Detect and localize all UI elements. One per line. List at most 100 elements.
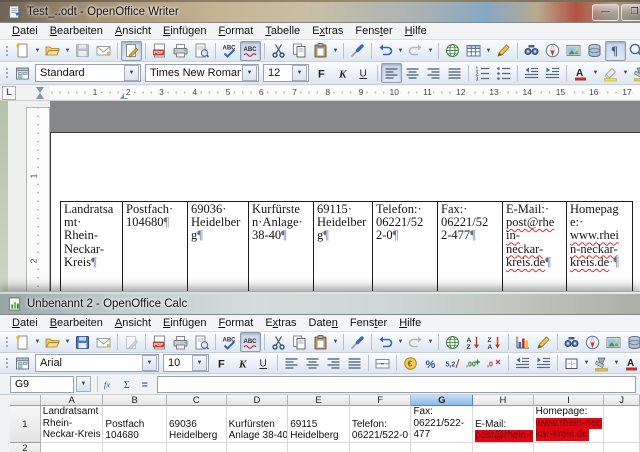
find-replace-icon[interactable] bbox=[561, 332, 582, 352]
tab-stop-selector[interactable]: L bbox=[2, 86, 16, 100]
currency-icon[interactable]: € bbox=[400, 353, 421, 373]
percent-icon[interactable]: % bbox=[421, 353, 442, 373]
page-preview-icon[interactable] bbox=[191, 41, 212, 61]
new-document-icon[interactable] bbox=[12, 332, 33, 352]
calc-font-name-combo[interactable]: Arial▼ bbox=[35, 354, 159, 372]
align-right-icon[interactable] bbox=[323, 353, 344, 373]
undo-dropdown[interactable]: ▼ bbox=[396, 42, 405, 60]
align-center-icon[interactable] bbox=[402, 63, 423, 83]
find-replace-icon[interactable] bbox=[521, 41, 542, 61]
calc-font-size-combo[interactable]: 10▼ bbox=[163, 354, 209, 372]
spellcheck-icon[interactable]: ABC bbox=[219, 41, 240, 61]
align-justify-icon[interactable] bbox=[444, 63, 465, 83]
font-color-dropdown[interactable]: ▼ bbox=[591, 64, 600, 82]
sum-icon[interactable]: Σ bbox=[119, 376, 137, 392]
decrease-indent-icon[interactable] bbox=[521, 63, 542, 83]
calc-font-name-combo-dropdown[interactable]: ▼ bbox=[142, 355, 157, 371]
copy-icon[interactable] bbox=[289, 332, 310, 352]
toolbar-grip[interactable] bbox=[4, 335, 9, 349]
save-icon[interactable] bbox=[72, 332, 93, 352]
column-header-B[interactable]: B bbox=[103, 395, 167, 406]
cell-J1[interactable] bbox=[604, 406, 640, 443]
writer-font-size-combo-dropdown[interactable]: ▼ bbox=[292, 65, 307, 81]
highlighting-dropdown[interactable]: ▼ bbox=[621, 64, 630, 82]
increase-indent-icon[interactable] bbox=[542, 63, 563, 83]
cell-D1[interactable]: KurfürstenAnlage 38-40 bbox=[227, 406, 289, 443]
page-preview-icon[interactable] bbox=[191, 332, 212, 352]
writer-menu-ansicht[interactable]: Ansicht bbox=[109, 25, 157, 37]
font-color-icon[interactable]: A bbox=[570, 63, 591, 83]
autospellcheck-icon[interactable]: ABC bbox=[240, 41, 261, 61]
redo-dropdown[interactable]: ▼ bbox=[426, 333, 435, 351]
calc-menu-bearbeiten[interactable]: Bearbeiten bbox=[44, 317, 109, 329]
zoom-icon[interactable] bbox=[626, 41, 640, 61]
row-header-1[interactable]: 1 bbox=[10, 406, 41, 443]
writer-table-cell[interactable]: Kurfürsten·Anlage·38-40¶ bbox=[249, 202, 314, 291]
writer-font-name-combo[interactable]: Times New Roman▼ bbox=[145, 64, 259, 82]
delete-decimal-icon[interactable]: ,0 bbox=[484, 353, 505, 373]
cut-icon[interactable] bbox=[268, 41, 289, 61]
cell-J2[interactable] bbox=[604, 443, 640, 452]
writer-paragraph-style-combo-dropdown[interactable]: ▼ bbox=[124, 65, 139, 81]
minimize-button[interactable]: — bbox=[592, 4, 619, 21]
char-background-icon[interactable] bbox=[630, 63, 640, 83]
print-icon[interactable] bbox=[170, 41, 191, 61]
writer-menu-bearbeiten[interactable]: Bearbeiten bbox=[44, 25, 109, 37]
numbered-list-icon[interactable]: 1.2.3. bbox=[472, 63, 493, 83]
number-format-standard-icon[interactable]: 5,2 bbox=[442, 353, 463, 373]
add-decimal-icon[interactable]: ,00 bbox=[463, 353, 484, 373]
cell-E2[interactable] bbox=[288, 443, 350, 452]
font-color-icon[interactable]: A bbox=[621, 353, 640, 373]
writer-menu-datei[interactable]: Datei bbox=[6, 25, 44, 37]
copy-icon[interactable] bbox=[289, 41, 310, 61]
writer-menu-hilfe[interactable]: Hilfe bbox=[399, 25, 433, 37]
format-paintbrush-icon[interactable] bbox=[347, 41, 368, 61]
undo-icon[interactable] bbox=[375, 41, 396, 61]
new-document-dropdown[interactable]: ▼ bbox=[33, 42, 42, 60]
toolbar-grip[interactable] bbox=[4, 66, 9, 80]
calc-menu-einfügen[interactable]: Einfügen bbox=[157, 317, 212, 329]
hyperlink-icon[interactable] bbox=[442, 41, 463, 61]
paste-icon[interactable] bbox=[310, 41, 331, 61]
writer-table-cell[interactable]: Landratsamt·Rhein-Neckar-Kreis¶ bbox=[61, 202, 123, 291]
undo-dropdown[interactable]: ▼ bbox=[396, 333, 405, 351]
grid-corner-box[interactable] bbox=[10, 395, 41, 406]
align-center-icon[interactable] bbox=[302, 353, 323, 373]
insert-table-dropdown[interactable]: ▼ bbox=[484, 42, 493, 60]
calc-menu-fenster[interactable]: Fenster bbox=[344, 317, 393, 329]
chart-icon[interactable] bbox=[512, 332, 533, 352]
cell-G2[interactable] bbox=[411, 443, 473, 452]
paste-dropdown[interactable]: ▼ bbox=[331, 333, 340, 351]
writer-table-cell[interactable]: E-Mail:·post@rhein-neckar-kreis.de¶ bbox=[503, 202, 567, 291]
column-header-E[interactable]: E bbox=[288, 395, 350, 406]
new-document-dropdown[interactable]: ▼ bbox=[33, 333, 42, 351]
highlighting-icon[interactable] bbox=[600, 63, 621, 83]
writer-menu-fenster[interactable]: Fenster bbox=[349, 25, 398, 37]
toolbar-grip[interactable] bbox=[4, 356, 9, 370]
calc-titlebar[interactable]: Unbenannt 2 - OpenOffice Calc bbox=[0, 294, 640, 315]
calc-menu-hilfe[interactable]: Hilfe bbox=[393, 317, 427, 329]
writer-table-cell[interactable]: Fax:·06221/522-477¶ bbox=[438, 202, 503, 291]
underline-icon[interactable]: U bbox=[253, 353, 274, 373]
undo-icon[interactable] bbox=[375, 332, 396, 352]
toolbar-grip[interactable] bbox=[4, 44, 9, 58]
column-header-G[interactable]: G bbox=[411, 395, 473, 406]
redo-dropdown[interactable]: ▼ bbox=[426, 42, 435, 60]
new-document-icon[interactable] bbox=[12, 41, 33, 61]
cut-icon[interactable] bbox=[268, 332, 289, 352]
underline-icon[interactable]: U bbox=[353, 63, 374, 83]
data-sources-icon[interactable] bbox=[584, 41, 605, 61]
styles-window-icon[interactable] bbox=[12, 353, 33, 373]
writer-table-cell[interactable]: Postfach·104680¶ bbox=[123, 202, 188, 291]
merge-cells-icon[interactable] bbox=[372, 353, 393, 373]
writer-table-cell[interactable]: 69036·Heidelberg¶ bbox=[188, 202, 249, 291]
column-header-J[interactable]: J bbox=[604, 395, 640, 406]
function-wizard-icon[interactable]: fx bbox=[101, 376, 119, 392]
calc-menu-format[interactable]: Format bbox=[212, 317, 259, 329]
column-header-D[interactable]: D bbox=[227, 395, 289, 406]
cell-E1[interactable]: 69115Heidelberg bbox=[288, 406, 350, 443]
open-icon[interactable] bbox=[42, 332, 63, 352]
row-header-2[interactable]: 2 bbox=[10, 443, 41, 452]
column-header-C[interactable]: C bbox=[167, 395, 227, 406]
background-color-icon[interactable] bbox=[591, 353, 612, 373]
